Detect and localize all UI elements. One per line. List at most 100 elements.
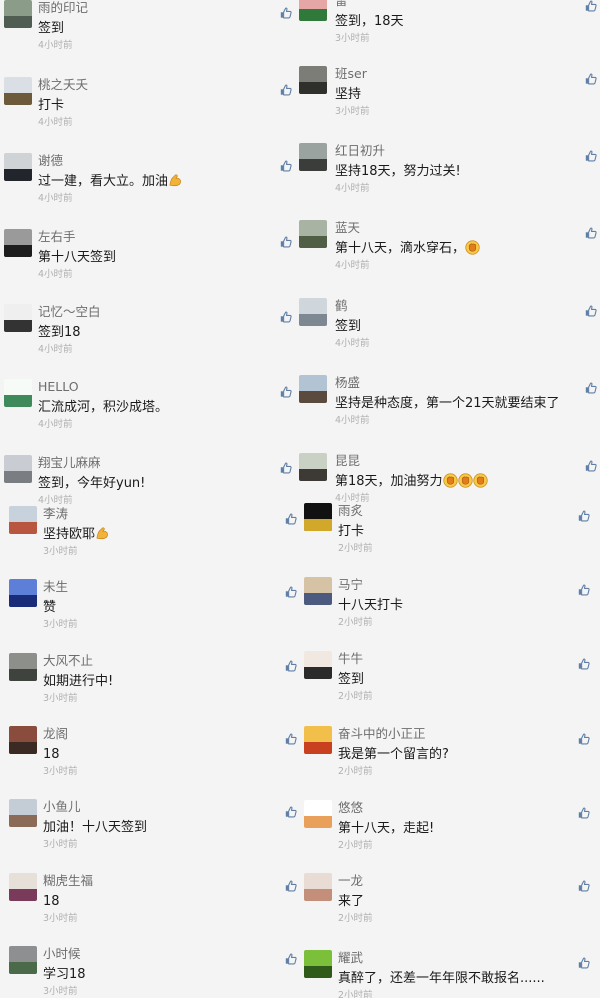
comment-text-content: 真醉了，还差一年年限不敢报名...... [338, 971, 545, 986]
commenter-name[interactable]: 杨盛 [335, 375, 360, 391]
comment-text-content: 坚持18天，努力过关! [335, 164, 461, 179]
comment-time: 3小时前 [335, 33, 370, 44]
comment-text-content: 第十八天，走起! [338, 821, 435, 836]
comment-item: 蓝天 第十八天，滴水穿石， 4小时前 [0, 220, 600, 294]
comment-text: 签到，18天 [335, 13, 404, 31]
comment-item: 雷 签到，18天 3小时前 [0, 0, 600, 67]
comment-item: 鹤 签到 4小时前 [0, 298, 600, 372]
commenter-name[interactable]: 雨炙 [338, 503, 363, 519]
avatar[interactable] [304, 950, 332, 978]
comment-item: 杨盛 坚持是种态度，第一个21天就要结束了 4小时前 [0, 375, 600, 449]
comment-time: 2小时前 [338, 766, 373, 777]
avatar[interactable] [299, 375, 327, 403]
comment-text: 坚持 [335, 86, 361, 104]
like-thumb-icon[interactable] [585, 70, 597, 85]
like-thumb-icon[interactable] [578, 581, 590, 596]
comment-text: 真醉了，还差一年年限不敢报名...... [338, 970, 545, 988]
comment-time: 2小时前 [338, 990, 373, 998]
like-thumb-icon[interactable] [585, 0, 597, 12]
like-thumb-icon[interactable] [585, 457, 597, 472]
comment-text: 十八天打卡 [338, 597, 403, 615]
comment-text-content: 签到 [335, 319, 362, 334]
comment-text-content: 我是第一个留言的? [338, 747, 449, 762]
comment-item: 奋斗中的小正正 我是第一个留言的? 2小时前 [0, 726, 600, 800]
comment-item: 牛牛 签到 2小时前 [0, 651, 600, 725]
like-thumb-icon[interactable] [578, 730, 590, 745]
comment-time: 4小时前 [335, 338, 370, 349]
commenter-name[interactable]: 牛牛 [338, 651, 363, 667]
commenter-name[interactable]: 一龙 [338, 873, 363, 889]
comment-text-content: 坚持是种态度，第一个21天就要结束了 [335, 396, 560, 411]
comment-item: 雨炙 打卡 2小时前 [0, 503, 600, 577]
comment-time: 4小时前 [335, 260, 370, 271]
commenter-name[interactable]: 耀武 [338, 950, 363, 966]
comment-time: 2小时前 [338, 913, 373, 924]
comment-text: 签到 [335, 318, 361, 336]
comment-time: 3小时前 [335, 106, 370, 117]
comment-item: 悠悠 第十八天，走起! 2小时前 [0, 800, 600, 874]
avatar[interactable] [299, 66, 327, 94]
like-thumb-icon[interactable] [585, 147, 597, 162]
commenter-name[interactable]: 蓝天 [335, 220, 360, 236]
comment-text-content: 坚持 [335, 87, 362, 102]
raised-fist-emoji-icon [442, 473, 458, 488]
comment-time: 4小时前 [335, 183, 370, 194]
comment-text: 第18天，加油努力 [335, 473, 488, 491]
comment-text: 我是第一个留言的? [338, 746, 449, 764]
commenter-name[interactable]: 奋斗中的小正正 [338, 726, 426, 742]
avatar[interactable] [304, 726, 332, 754]
comment-text: 坚持是种态度，第一个21天就要结束了 [335, 395, 560, 413]
comment-item: 马宁 十八天打卡 2小时前 [0, 577, 600, 651]
like-thumb-icon[interactable] [578, 877, 590, 892]
like-thumb-icon[interactable] [578, 507, 590, 522]
like-thumb-icon[interactable] [578, 804, 590, 819]
avatar[interactable] [299, 0, 327, 21]
commenter-name[interactable]: 红日初升 [335, 143, 385, 159]
like-thumb-icon[interactable] [585, 302, 597, 317]
comment-text: 来了 [338, 893, 364, 911]
avatar[interactable] [304, 800, 332, 828]
comment-text: 第十八天，走起! [338, 820, 434, 838]
avatar[interactable] [299, 220, 327, 248]
raised-fist-emoji-icon [457, 473, 473, 488]
comment-time: 2小时前 [338, 543, 373, 554]
commenter-name[interactable]: 昆昆 [335, 453, 360, 469]
comment-text: 坚持18天，努力过关! [335, 163, 461, 181]
comment-text-content: 签到 [338, 672, 365, 687]
commenter-name[interactable]: 悠悠 [338, 800, 363, 816]
raised-fist-emoji-icon [465, 240, 480, 255]
comment-text: 第十八天，滴水穿石， [335, 240, 480, 258]
like-thumb-icon[interactable] [585, 224, 597, 239]
comment-text-content: 第18天，加油努力 [335, 474, 443, 489]
avatar[interactable] [299, 453, 327, 481]
comment-text: 打卡 [338, 523, 364, 541]
commenter-name[interactable]: 鹤 [335, 298, 348, 314]
raised-fist-emoji-icon [472, 473, 488, 488]
comment-text-content: 十八天打卡 [338, 598, 404, 613]
comment-text-content: 来了 [338, 894, 365, 909]
like-thumb-icon[interactable] [578, 954, 590, 969]
commenter-name[interactable]: 班ser [335, 66, 367, 82]
avatar[interactable] [299, 298, 327, 326]
comment-text: 签到 [338, 671, 364, 689]
comment-time: 2小时前 [338, 691, 373, 702]
comment-text-content: 签到，18天 [335, 14, 404, 29]
avatar[interactable] [299, 143, 327, 171]
comment-time: 4小时前 [335, 415, 370, 426]
comment-time: 2小时前 [338, 840, 373, 851]
avatar[interactable] [304, 577, 332, 605]
commenter-name[interactable]: 马宁 [338, 577, 363, 593]
comment-item: 红日初升 坚持18天，努力过关! 4小时前 [0, 143, 600, 217]
avatar[interactable] [304, 651, 332, 679]
commenter-name[interactable]: 雷 [335, 0, 348, 9]
comment-item: 班ser 坚持 3小时前 [0, 66, 600, 140]
like-thumb-icon[interactable] [585, 379, 597, 394]
comment-text-content: 第十八天，滴水穿石， [335, 241, 466, 256]
avatar[interactable] [304, 873, 332, 901]
comment-text-content: 打卡 [338, 524, 365, 539]
comment-time: 2小时前 [338, 617, 373, 628]
comment-item: 耀武 真醉了，还差一年年限不敢报名...... 2小时前 [0, 950, 600, 998]
comment-item: 一龙 来了 2小时前 [0, 873, 600, 947]
like-thumb-icon[interactable] [578, 655, 590, 670]
avatar[interactable] [304, 503, 332, 531]
